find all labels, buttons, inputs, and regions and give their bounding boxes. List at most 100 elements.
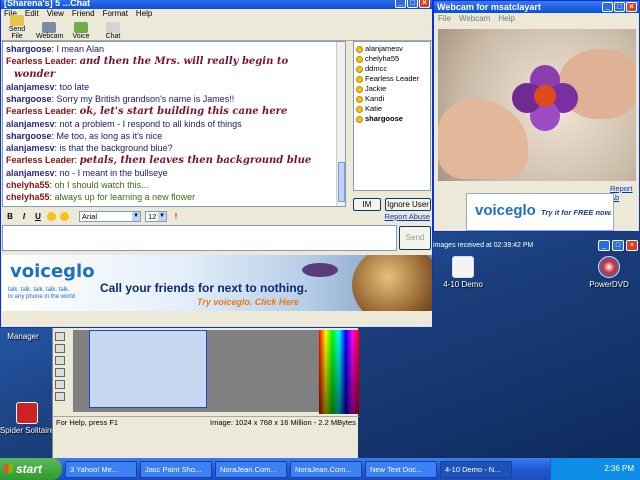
buzz-icon[interactable]: !	[171, 212, 181, 221]
buddy-name: Katie	[365, 104, 383, 113]
buddy-name: Jackie	[365, 84, 387, 93]
brush-tool-icon[interactable]	[55, 392, 65, 401]
voiceglo-small-ad[interactable]: voiceglo Try it for FREE now.	[466, 193, 614, 231]
buddy-item[interactable]: ddmcc	[356, 64, 428, 74]
voice-button[interactable]: Voice	[68, 22, 94, 40]
message-text: I mean Alan	[56, 44, 105, 54]
close-icon[interactable]: ×	[419, 0, 430, 8]
webcam-titlebar[interactable]: Webcam for msatclayart _ □ ×	[434, 1, 639, 13]
minimize-icon[interactable]: _	[598, 240, 610, 251]
task-yahoo[interactable]: 3 Yahoo! Me...	[65, 460, 137, 478]
task-paint-shop[interactable]: Jasc Paint Sho...	[140, 460, 212, 478]
close-icon[interactable]: ×	[626, 240, 638, 251]
webcam-menubar: File Webcam Help	[434, 13, 639, 25]
chat-message: wonder	[6, 68, 342, 81]
arrow-tool-icon[interactable]	[55, 332, 65, 341]
bold-button[interactable]: B	[5, 212, 15, 221]
buddy-name: Kandi	[365, 94, 385, 103]
maximize-icon[interactable]: □	[614, 2, 625, 12]
color-palette[interactable]	[319, 330, 359, 414]
maximize-icon[interactable]: □	[407, 0, 418, 8]
maximize-icon[interactable]: □	[612, 240, 624, 251]
zoom-tool-icon[interactable]	[55, 344, 65, 353]
menu-friend[interactable]: Friend	[72, 9, 95, 19]
buddy-list[interactable]: alanjamesv chelyha55 ddmcc Fearless Leader J…	[353, 41, 431, 191]
menu-webcam[interactable]: Webcam	[459, 13, 490, 25]
menu-file[interactable]: File	[438, 13, 451, 25]
desktop-icon-powerdvd[interactable]: PowerDVD	[574, 256, 640, 289]
system-tray: 2:36 PM	[550, 458, 640, 480]
chat-scrollbar[interactable]	[336, 42, 345, 206]
message-sender: shargoose	[6, 131, 52, 141]
chat-message: Fearless Leader: and then the Mrs. will …	[6, 56, 289, 67]
voiceglo-ad-banner[interactable]: voiceglo talk. talk. talk. talk. talk. to…	[2, 255, 432, 311]
message-text: is that the background blue?	[59, 143, 173, 153]
emoticon-icon[interactable]	[47, 211, 56, 221]
buddy-item[interactable]: shargoose	[356, 114, 428, 124]
scroll-thumb[interactable]	[338, 162, 345, 202]
buddy-item[interactable]: Katie	[356, 104, 428, 114]
chat-log[interactable]: shargoose: I mean Alan Fearless Leader: a…	[2, 41, 346, 207]
chat-button[interactable]: Chat	[100, 22, 126, 40]
font-select[interactable]: Arial ▼	[79, 210, 141, 222]
ad-tagline: talk. talk. talk. talk. talk. to any phon…	[8, 287, 76, 300]
chat-titlebar[interactable]: [Sharena's] 5 ...Chat _ □ ×	[1, 0, 432, 9]
send-button[interactable]: Send	[399, 226, 431, 250]
buddy-item[interactable]: Kandi	[356, 94, 428, 104]
start-button[interactable]: start	[0, 458, 62, 480]
task-norajean-2[interactable]: NoraJean.Com...	[290, 460, 362, 478]
buddy-status-icon	[356, 85, 363, 93]
underline-button[interactable]: U	[33, 212, 43, 221]
task-norajean-1[interactable]: NoraJean.Com...	[215, 460, 287, 478]
task-demo[interactable]: 4-10 Demo - N...	[440, 460, 512, 478]
menu-help[interactable]: Help	[136, 9, 152, 19]
select-tool-icon[interactable]	[55, 380, 65, 389]
minimize-icon[interactable]: _	[602, 2, 613, 12]
buddy-status-icon	[356, 105, 363, 113]
ad-cta-link[interactable]: Try voiceglo. Click Here	[197, 297, 299, 307]
chat-message: shargoose: I mean Alan	[6, 44, 105, 54]
clock[interactable]: 2:36 PM	[604, 464, 634, 473]
message-sender: chelyha55	[6, 180, 50, 190]
chat-message: alanjamesv: not a problem - I respond to…	[6, 119, 242, 129]
message-text: not a problem - I respond to all kinds o…	[59, 119, 242, 129]
webcam-report-abuse-link[interactable]: Report Ab	[610, 184, 639, 202]
size-select[interactable]: 12 ▼	[145, 210, 167, 222]
buddy-item[interactable]: chelyha55	[356, 54, 428, 64]
chat-toolbar: Send File Webcam Voice Chat	[1, 15, 432, 41]
menu-format[interactable]: Format	[103, 9, 128, 19]
skydiver-graphic	[302, 263, 338, 277]
minimize-icon[interactable]: _	[395, 0, 406, 8]
italic-button[interactable]: I	[19, 212, 29, 221]
chevron-down-icon: ▼	[158, 211, 166, 221]
webcam-title: Webcam for msatclayart	[437, 2, 541, 12]
buddy-item[interactable]: Fearless Leader	[356, 74, 428, 84]
chat-message: chelyha55: oh I should watch this...	[6, 180, 149, 190]
menu-view[interactable]: View	[47, 9, 64, 19]
ad-cta-text: Try it for FREE now.	[541, 208, 613, 217]
buddy-name: ddmcc	[365, 64, 388, 73]
buddy-item[interactable]: Jackie	[356, 84, 428, 94]
report-abuse-link[interactable]: Report Abuse	[385, 212, 432, 221]
chat-message: Fearless Leader: ok, let's start buildin…	[6, 106, 288, 117]
buddy-name: chelyha55	[365, 54, 400, 63]
message-sender: Fearless Leader	[6, 155, 75, 165]
message-text: wonder	[14, 69, 56, 80]
paint-shop-window: For Help, press F1 Image: 1024 x 768 x 1…	[52, 328, 359, 458]
menu-help[interactable]: Help	[498, 13, 514, 25]
move-tool-icon[interactable]	[55, 368, 65, 377]
message-input[interactable]	[2, 225, 397, 251]
crop-tool-icon[interactable]	[55, 356, 65, 365]
image-document-window[interactable]	[89, 330, 207, 408]
task-new-text-doc[interactable]: New Text Doc...	[365, 460, 437, 478]
send-file-button[interactable]: Send File	[4, 15, 30, 40]
desktop-icon-manager[interactable]: Manager	[0, 332, 58, 341]
smiley-icon[interactable]	[60, 211, 69, 221]
webcam-button[interactable]: Webcam	[36, 22, 64, 40]
desktop-icon-demo[interactable]: 4-10 Demo	[428, 256, 498, 289]
chat-title: [Sharena's] 5 ...Chat	[4, 0, 91, 8]
buddy-item[interactable]: alanjamesv	[356, 44, 428, 54]
message-sender: alanjamesv	[6, 119, 55, 129]
close-icon[interactable]: ×	[626, 2, 637, 12]
buddy-name: shargoose	[365, 114, 403, 123]
